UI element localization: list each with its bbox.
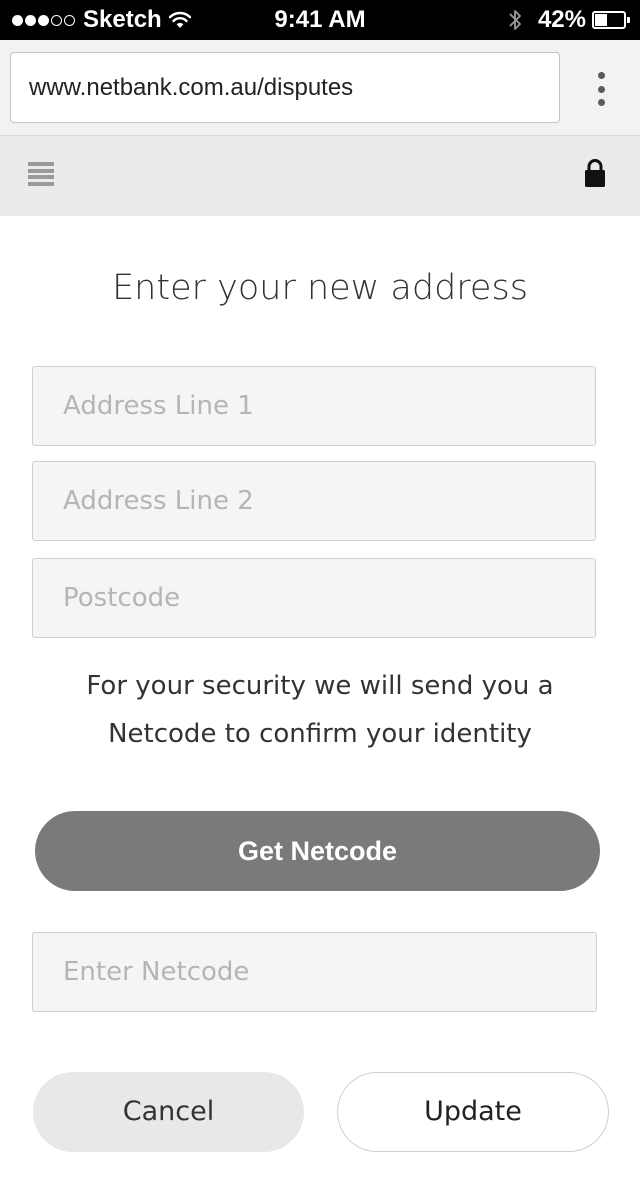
status-bar: Sketch 9:41 AM 42%	[0, 0, 640, 40]
site-header	[0, 136, 640, 216]
address-line-2-input[interactable]	[32, 461, 596, 541]
security-message: For your security we will send you a Net…	[60, 662, 580, 758]
security-message-line-1: For your security we will send you a	[86, 671, 554, 701]
url-bar[interactable]: www.netbank.com.au/disputes	[10, 52, 560, 123]
bluetooth-icon	[509, 10, 521, 30]
status-right: 42%	[508, 0, 630, 40]
battery-icon	[592, 11, 630, 29]
lock-icon	[585, 159, 605, 187]
update-button[interactable]: Update	[337, 1072, 609, 1152]
netcode-input[interactable]	[32, 932, 597, 1012]
more-vertical-icon[interactable]	[592, 72, 610, 106]
address-line-1-input[interactable]	[32, 366, 596, 446]
page-title: Enter your new address	[112, 268, 528, 308]
browser-bar: www.netbank.com.au/disputes	[0, 40, 640, 136]
get-netcode-button[interactable]: Get Netcode	[35, 811, 600, 891]
cancel-button[interactable]: Cancel	[33, 1072, 304, 1152]
hamburger-menu-icon[interactable]	[28, 162, 54, 186]
postcode-input[interactable]	[32, 558, 596, 638]
battery-percent: 42%	[537, 6, 586, 33]
security-message-line-2: Netcode to confirm your identity	[108, 719, 532, 749]
